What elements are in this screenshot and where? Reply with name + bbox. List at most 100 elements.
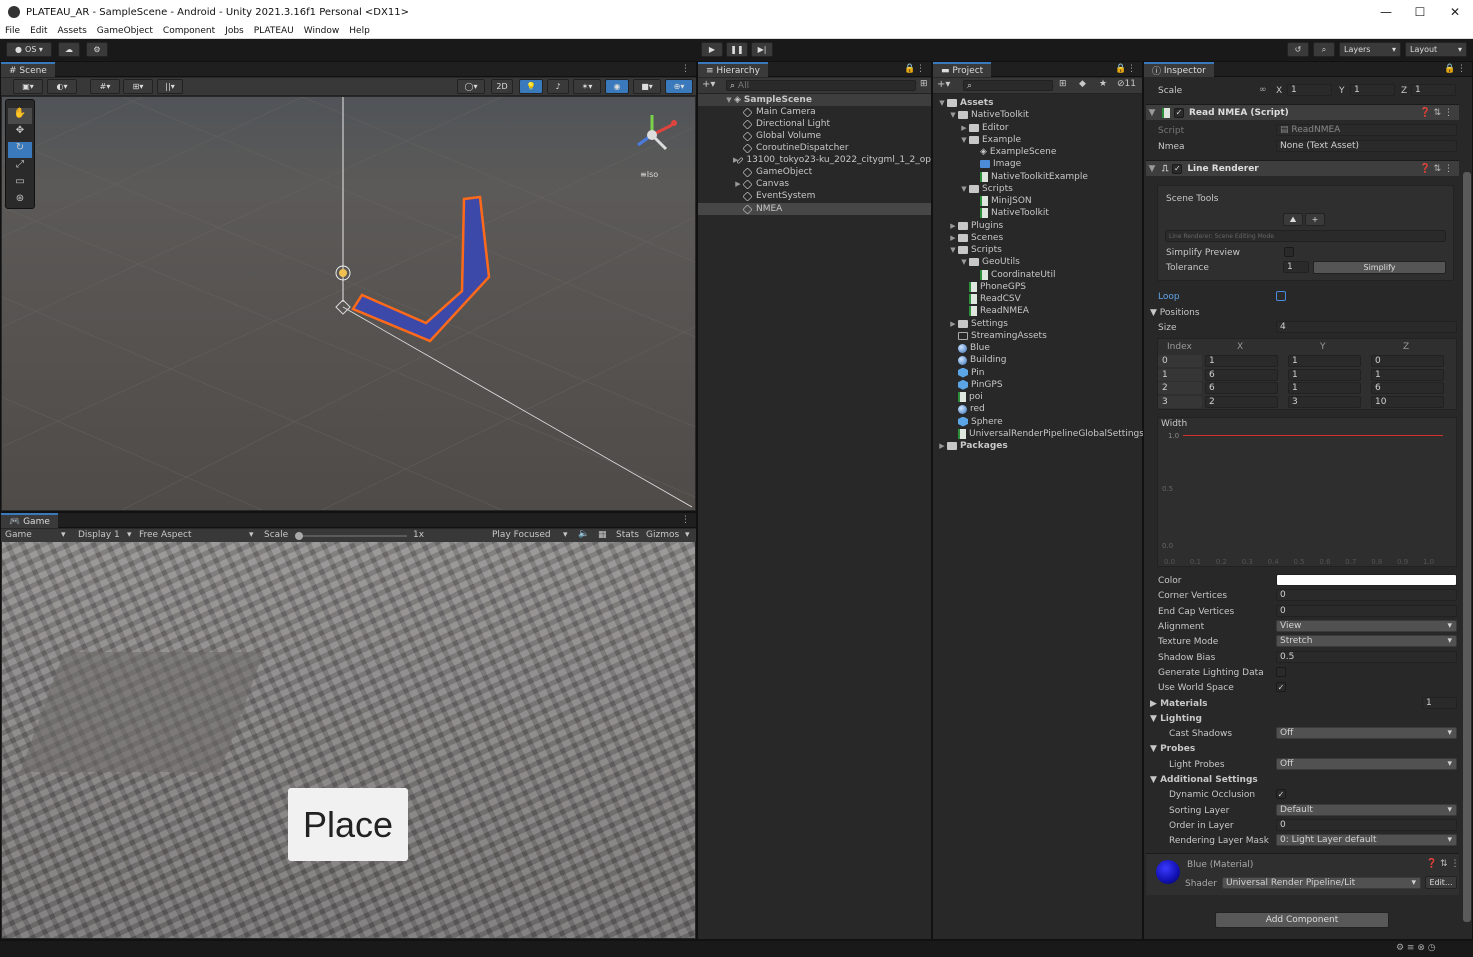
cloud-icon[interactable]: ☁	[58, 42, 80, 57]
project-item[interactable]: UniversalRenderPipelineGlobalSettings	[948, 428, 1144, 440]
project-item[interactable]: ReadCSV	[959, 293, 1021, 305]
rotate-tool-icon[interactable]: ↻	[8, 142, 32, 158]
draw-mode-dropdown[interactable]: ▣▾	[13, 79, 43, 94]
position-z-field[interactable]: 10	[1371, 395, 1444, 408]
menu-edit[interactable]: Edit	[25, 26, 52, 36]
lighting-foldout[interactable]: ▼ Lighting	[1150, 714, 1202, 724]
size-field[interactable]: 4	[1276, 321, 1457, 333]
panel-menu-icon[interactable]: ⋮	[916, 64, 925, 74]
position-x-field[interactable]: 6	[1205, 368, 1278, 381]
orientation-gizmo-icon[interactable]	[630, 111, 686, 161]
menu-jobs[interactable]: Jobs	[220, 26, 249, 36]
simplify-preview-checkbox[interactable]	[1284, 247, 1294, 257]
layout-dropdown[interactable]: Layout ▾	[1405, 42, 1467, 57]
lock-icon[interactable]: 🔒	[1115, 64, 1126, 74]
scale-y-field[interactable]: 1	[1350, 84, 1395, 96]
position-x-field[interactable]: 2	[1205, 395, 1278, 408]
expand-arrow-icon[interactable]: ▼	[948, 246, 958, 254]
account-dropdown[interactable]: ● OS ▾	[6, 42, 52, 57]
scale-x-field[interactable]: 1	[1287, 84, 1332, 96]
nmea-field[interactable]: None (Text Asset)	[1276, 140, 1457, 152]
tolerance-field[interactable]: 1	[1283, 261, 1309, 273]
tab-scene[interactable]: # Scene	[1, 62, 55, 77]
camera-dropdown[interactable]: ■▾	[633, 79, 661, 94]
minimize-button[interactable]: —	[1368, 0, 1404, 24]
create-points-button[interactable]: +	[1305, 213, 1325, 226]
project-item[interactable]: ▼ GeoUtils	[959, 256, 1020, 268]
materials-count-field[interactable]: 1	[1422, 697, 1457, 709]
width-curve-line[interactable]	[1183, 435, 1443, 436]
property-checkbox[interactable]	[1276, 666, 1286, 677]
tab-inspector[interactable]: ⓘ Inspector	[1144, 62, 1214, 77]
scale-tool-icon[interactable]: ⤢	[8, 159, 32, 175]
expand-arrow-icon[interactable]: ▶	[948, 222, 958, 230]
positions-foldout[interactable]: ▼ Positions	[1150, 308, 1200, 318]
place-button[interactable]: Place	[288, 788, 408, 861]
rect-tool-icon[interactable]: ▭	[8, 176, 32, 192]
project-item[interactable]: Building	[948, 354, 1007, 366]
dynamic-occlusion-checkbox[interactable]: ✓	[1276, 789, 1286, 799]
menu-window[interactable]: Window	[299, 26, 345, 36]
scale-slider[interactable]	[295, 532, 407, 540]
project-item[interactable]: Image	[970, 158, 1021, 170]
component-enabled-checkbox[interactable]: ✓	[1174, 107, 1184, 118]
scene-viewport[interactable]: ✋ ✥ ↻ ⤢ ▭ ⊛ ≡Iso	[2, 97, 695, 510]
project-item[interactable]: ◈ ExampleScene	[970, 146, 1056, 158]
create-asset-button[interactable]: +▾	[937, 79, 950, 90]
search-by-type-icon[interactable]: ⊞	[1059, 79, 1067, 89]
game-viewport[interactable]: Place	[2, 542, 695, 938]
position-z-field[interactable]: 1	[1371, 368, 1444, 381]
transform-tool-icon[interactable]: ⊛	[8, 193, 32, 209]
hand-tool-icon[interactable]: ✋	[8, 108, 32, 124]
read-nmea-header[interactable]: ▼ ✓ Read NMEA (Script) ❓ ⇅ ⋮	[1146, 104, 1459, 120]
menu-assets[interactable]: Assets	[53, 26, 92, 36]
expand-arrow-icon[interactable]: ▼	[959, 258, 969, 266]
property-checkbox[interactable]: ✓	[1276, 682, 1286, 693]
hierarchy-item[interactable]: Global Volume	[742, 130, 821, 142]
tab-project[interactable]: ▬ Project	[933, 62, 992, 77]
component-menu-icons[interactable]: ❓ ⇅ ⋮	[1420, 108, 1453, 118]
display-dropdown[interactable]: Display 1	[78, 530, 120, 540]
panel-menu-icon[interactable]: ⋮	[681, 64, 690, 74]
align-dropdown[interactable]: ||▾	[157, 79, 183, 94]
edit-points-button[interactable]: ⛰	[1283, 213, 1303, 226]
expand-arrow-icon[interactable]: ▼	[1146, 164, 1158, 174]
inspector-scrollbar[interactable]	[1463, 172, 1471, 922]
sorting-layer-dropdown[interactable]: Default ▾	[1276, 804, 1457, 816]
position-y-field[interactable]: 1	[1288, 355, 1361, 367]
project-item[interactable]: NativeToolkitExample	[970, 171, 1088, 183]
lock-icon[interactable]: 🔒	[904, 64, 915, 74]
hierarchy-item[interactable]: ▶ 13100_tokyo23-ku_2022_citygml_1_2_op	[733, 154, 931, 166]
position-x-field[interactable]: 6	[1205, 382, 1278, 394]
search-by-label-icon[interactable]: ◆	[1079, 79, 1086, 89]
panel-menu-icon[interactable]: ⋮	[1127, 64, 1136, 74]
render-mode-dropdown[interactable]: ◯▾	[457, 79, 485, 94]
add-object-button[interactable]: +▾	[702, 79, 715, 90]
filter-icon[interactable]: ⊞	[920, 79, 928, 89]
game-mode-dropdown[interactable]: Game	[5, 530, 32, 540]
move-tool-icon[interactable]: ✥	[8, 125, 32, 141]
line-renderer-header[interactable]: ▼ ⎍ ✓ Line Renderer ❓ ⇅ ⋮	[1146, 160, 1459, 176]
property-field[interactable]: 0	[1276, 604, 1457, 617]
project-item[interactable]: ▶ Plugins	[948, 220, 1003, 232]
position-z-field[interactable]: 6	[1371, 382, 1444, 394]
position-y-field[interactable]: 1	[1288, 382, 1361, 394]
project-search-input[interactable]: ⌕	[963, 80, 1053, 91]
hierarchy-item[interactable]: ▶ Canvas	[733, 178, 789, 190]
effects-dropdown[interactable]: ✶▾	[573, 79, 601, 94]
scale-z-field[interactable]: 1	[1411, 84, 1456, 96]
project-item[interactable]: PinGPS	[948, 379, 1003, 391]
expand-arrow-icon[interactable]: ▶	[948, 234, 958, 242]
loop-checkbox[interactable]	[1276, 291, 1286, 301]
project-item[interactable]: ▶ Editor	[959, 122, 1008, 134]
layers-dropdown[interactable]: Layers ▾	[1339, 42, 1401, 57]
project-item[interactable]: poi	[948, 391, 983, 403]
maximize-button[interactable]: ☐	[1402, 0, 1438, 24]
project-item[interactable]: ▼ Scripts	[959, 183, 1013, 195]
play-button[interactable]: ▶	[701, 42, 723, 57]
panel-menu-icon[interactable]: ⋮	[1457, 64, 1466, 74]
project-item[interactable]: ▶ Scenes	[948, 232, 1003, 244]
hierarchy-search-input[interactable]: ⌕ All	[726, 80, 916, 91]
frame-debugger-icon[interactable]: ▦	[598, 530, 607, 540]
rendering-layer-mask-dropdown[interactable]: 0: Light Layer default ▾	[1276, 834, 1457, 846]
